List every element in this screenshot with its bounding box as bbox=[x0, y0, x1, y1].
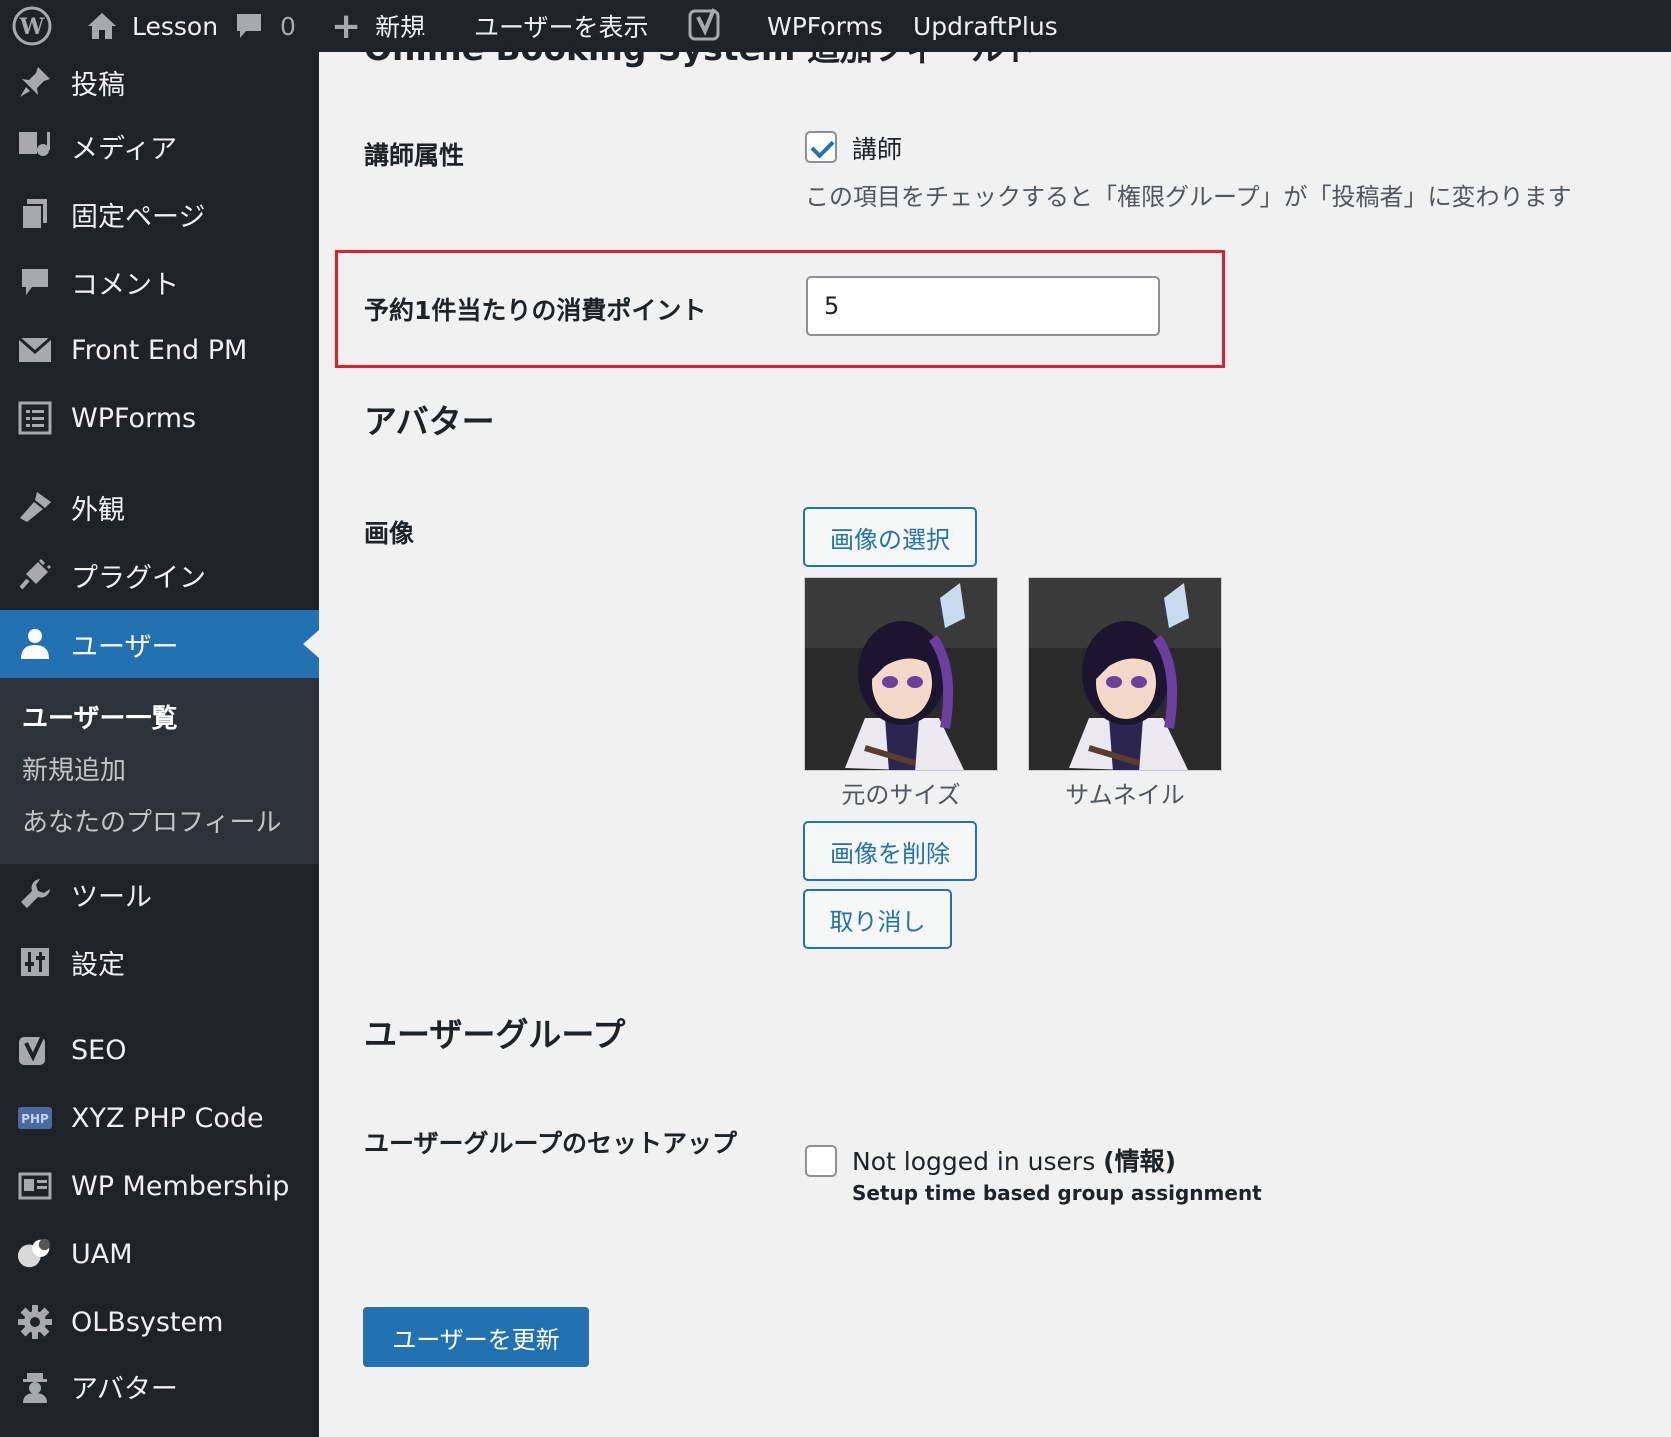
instructor-checkbox-label: 講師 bbox=[852, 135, 903, 164]
info-link[interactable]: (情報) bbox=[1103, 1147, 1176, 1176]
menu-seo[interactable]: SEO bbox=[0, 1016, 319, 1084]
user-icon bbox=[16, 625, 54, 663]
comment-icon bbox=[16, 263, 54, 301]
menu-avatar[interactable]: アバター bbox=[0, 1352, 319, 1420]
comments-count: 0 bbox=[280, 11, 296, 41]
caption-original-size: 元のサイズ bbox=[841, 781, 961, 809]
site-name: Lesson bbox=[132, 11, 219, 41]
menu-wp-membership[interactable]: WP Membership bbox=[0, 1152, 319, 1220]
not-logged-in-row: Not logged in users (情報) bbox=[852, 1142, 1176, 1178]
delete-image-button[interactable]: 画像を削除 bbox=[803, 821, 977, 881]
select-image-button[interactable]: 画像の選択 bbox=[803, 507, 977, 567]
menu-xyz-php-code-label: XYZ PHP Code bbox=[71, 1102, 264, 1134]
php-icon: PHP bbox=[16, 1099, 54, 1137]
menu-front-end-pm[interactable]: Front End PM bbox=[0, 316, 319, 384]
uam-icon bbox=[16, 1235, 54, 1273]
avatar-original-image bbox=[804, 577, 998, 771]
cancel-button[interactable]: 取り消し bbox=[803, 889, 952, 949]
menu-plugins-label: プラグイン bbox=[71, 562, 206, 594]
submenu-your-profile[interactable]: あなたのプロフィール bbox=[22, 802, 281, 839]
instructor-checkbox[interactable] bbox=[805, 131, 837, 163]
user-group-heading: ユーザーグループ bbox=[364, 1015, 626, 1054]
menu-avatar-label: アバター bbox=[71, 1373, 178, 1405]
menu-posts[interactable]: 投稿 bbox=[0, 52, 319, 116]
instructor-label: 講師属性 bbox=[364, 141, 465, 170]
avatar-heading: アバター bbox=[364, 402, 495, 441]
menu-users[interactable]: ユーザー bbox=[0, 610, 319, 678]
menu-wp-membership-label: WP Membership bbox=[71, 1170, 290, 1202]
media-icon bbox=[16, 127, 54, 165]
menu-tools[interactable]: ツール bbox=[0, 860, 319, 928]
form-icon bbox=[16, 399, 54, 437]
menu-seo-label: SEO bbox=[71, 1034, 127, 1066]
brush-icon bbox=[16, 488, 54, 526]
menu-appearance-label: 外観 bbox=[71, 494, 125, 526]
home-icon bbox=[86, 11, 118, 41]
instructor-help-text: この項目をチェックすると「権限グループ」が「投稿者」に変わります bbox=[805, 183, 1572, 211]
time-based-assignment-link[interactable]: Setup time based group assignment bbox=[852, 1181, 1262, 1205]
image-label: 画像 bbox=[364, 519, 415, 548]
not-logged-in-checkbox[interactable] bbox=[805, 1145, 837, 1177]
menu-wpforms[interactable]: WPForms bbox=[0, 384, 319, 452]
id-card-icon bbox=[16, 1167, 54, 1205]
submenu-all-users[interactable]: ユーザー一覧 bbox=[22, 698, 177, 735]
menu-uam-label: UAM bbox=[71, 1238, 133, 1270]
avatar-thumbnail-image bbox=[1028, 577, 1222, 771]
svg-text:PHP: PHP bbox=[21, 1112, 49, 1126]
avatar-icon bbox=[16, 1367, 54, 1405]
menu-appearance[interactable]: 外観 bbox=[0, 473, 319, 541]
menu-plugins[interactable]: プラグイン bbox=[0, 541, 319, 609]
menu-settings-label: 設定 bbox=[71, 949, 125, 981]
pin-icon bbox=[16, 63, 54, 101]
menu-xyz-php-code[interactable]: PHP XYZ PHP Code bbox=[0, 1084, 319, 1152]
plugin-icon bbox=[16, 556, 54, 594]
caption-thumbnail: サムネイル bbox=[1065, 781, 1185, 809]
menu-olbsystem-label: OLBsystem bbox=[71, 1306, 224, 1338]
wrench-icon bbox=[16, 875, 54, 913]
menu-olbsystem[interactable]: OLBsystem bbox=[0, 1288, 319, 1356]
svg-text:W: W bbox=[19, 14, 45, 40]
plus-icon: + bbox=[331, 5, 362, 47]
settings-icon bbox=[16, 943, 54, 981]
menu-comments[interactable]: コメント bbox=[0, 248, 319, 316]
page-icon bbox=[16, 195, 54, 233]
menu-tools-label: ツール bbox=[71, 881, 152, 913]
points-input[interactable] bbox=[806, 276, 1160, 336]
mail-icon bbox=[16, 331, 54, 369]
update-user-button[interactable]: ユーザーを更新 bbox=[363, 1307, 589, 1367]
menu-media-label: メディア bbox=[71, 133, 178, 165]
menu-settings[interactable]: 設定 bbox=[0, 928, 319, 996]
menu-front-end-pm-label: Front End PM bbox=[71, 334, 248, 366]
points-label: 予約1件当たりの消費ポイント bbox=[364, 296, 707, 325]
gear-icon bbox=[16, 1303, 54, 1341]
comment-icon bbox=[234, 11, 264, 41]
wordpress-logo-icon[interactable]: W bbox=[12, 0, 52, 52]
menu-comments-label: コメント bbox=[71, 269, 179, 301]
menu-pages-label: 固定ページ bbox=[71, 201, 206, 233]
menu-uam[interactable]: UAM bbox=[0, 1220, 319, 1288]
not-logged-in-label: Not logged in users bbox=[852, 1147, 1096, 1176]
menu-media[interactable]: メディア bbox=[0, 112, 319, 180]
menu-pages[interactable]: 固定ページ bbox=[0, 180, 319, 248]
section-heading-booking: Online Booking System 追加フィールド bbox=[364, 29, 1038, 68]
user-group-setup-label: ユーザーグループのセットアップ bbox=[364, 1129, 738, 1158]
site-name-link[interactable]: Lesson bbox=[86, 0, 218, 52]
menu-wpforms-label: WPForms bbox=[71, 402, 197, 434]
comments-link[interactable]: 0 bbox=[234, 0, 296, 52]
submenu-add-new[interactable]: 新規追加 bbox=[22, 750, 126, 787]
menu-posts-label: 投稿 bbox=[71, 69, 125, 101]
menu-users-label: ユーザー bbox=[71, 631, 179, 663]
yoast-icon bbox=[16, 1031, 54, 1069]
users-submenu: ユーザー一覧 新規追加 あなたのプロフィール bbox=[0, 678, 319, 864]
main-content: Online Booking System 追加フィールド 講師属性 講師 この… bbox=[319, 29, 1671, 1437]
admin-sidebar: 投稿 メディア 固定ページ コメント Front End PM WPForms … bbox=[0, 52, 319, 1437]
